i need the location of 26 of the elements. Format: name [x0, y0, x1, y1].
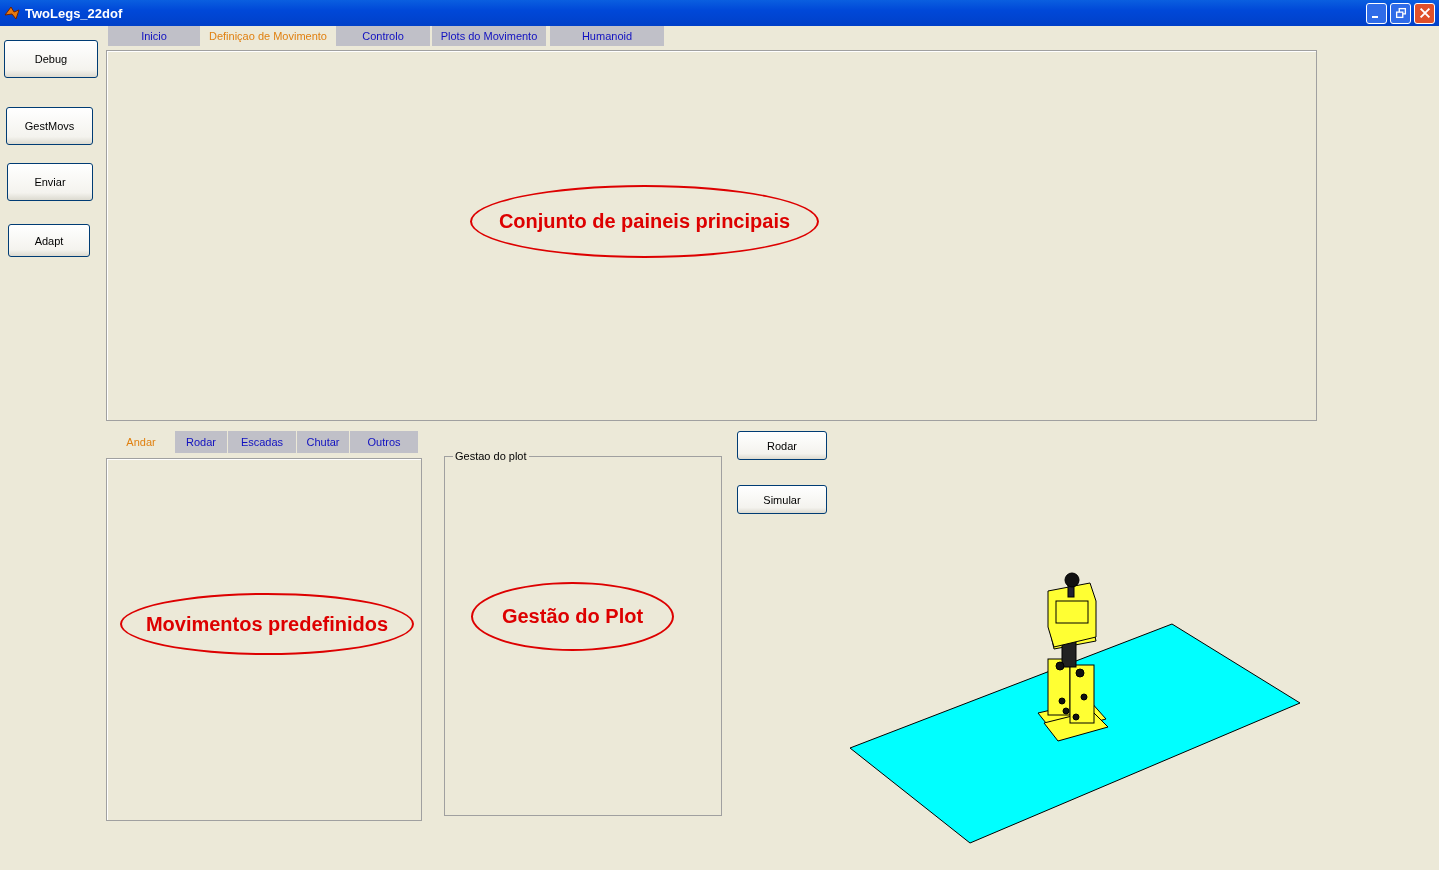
- tab[interactable]: Chutar: [297, 431, 349, 453]
- side-button[interactable]: GestMovs: [6, 107, 93, 145]
- annotation-label: Movimentos predefinidos: [120, 593, 414, 655]
- tab[interactable]: Outros: [350, 431, 418, 453]
- tab[interactable]: Rodar: [175, 431, 227, 453]
- tab[interactable]: Inicio: [108, 26, 200, 46]
- close-icon: [1417, 6, 1432, 20]
- panel-title: Gestao do plot: [454, 450, 528, 462]
- window-title: TwoLegs_22dof: [25, 5, 124, 21]
- action-button[interactable]: Rodar: [737, 431, 827, 460]
- side-button[interactable]: Adapt: [8, 224, 90, 257]
- annotation-label: Conjunto de paineis principais: [470, 185, 819, 258]
- minimize-icon: [1371, 16, 1378, 18]
- side-button[interactable]: Enviar: [7, 163, 93, 201]
- action-button[interactable]: Simular: [737, 485, 827, 514]
- minimize-button[interactable]: [1366, 2, 1387, 24]
- tab[interactable]: Plots do Movimento: [432, 26, 546, 46]
- tab[interactable]: Humanoid: [550, 26, 664, 46]
- restore-button[interactable]: [1390, 2, 1411, 24]
- side-button[interactable]: Debug: [4, 40, 98, 78]
- restore-icon: [1393, 6, 1408, 20]
- close-button[interactable]: [1414, 2, 1435, 24]
- tab[interactable]: Escadas: [228, 431, 296, 453]
- tab[interactable]: Controlo: [336, 26, 430, 46]
- annotation-label: Gestão do Plot: [471, 582, 674, 651]
- app-icon: [4, 5, 20, 21]
